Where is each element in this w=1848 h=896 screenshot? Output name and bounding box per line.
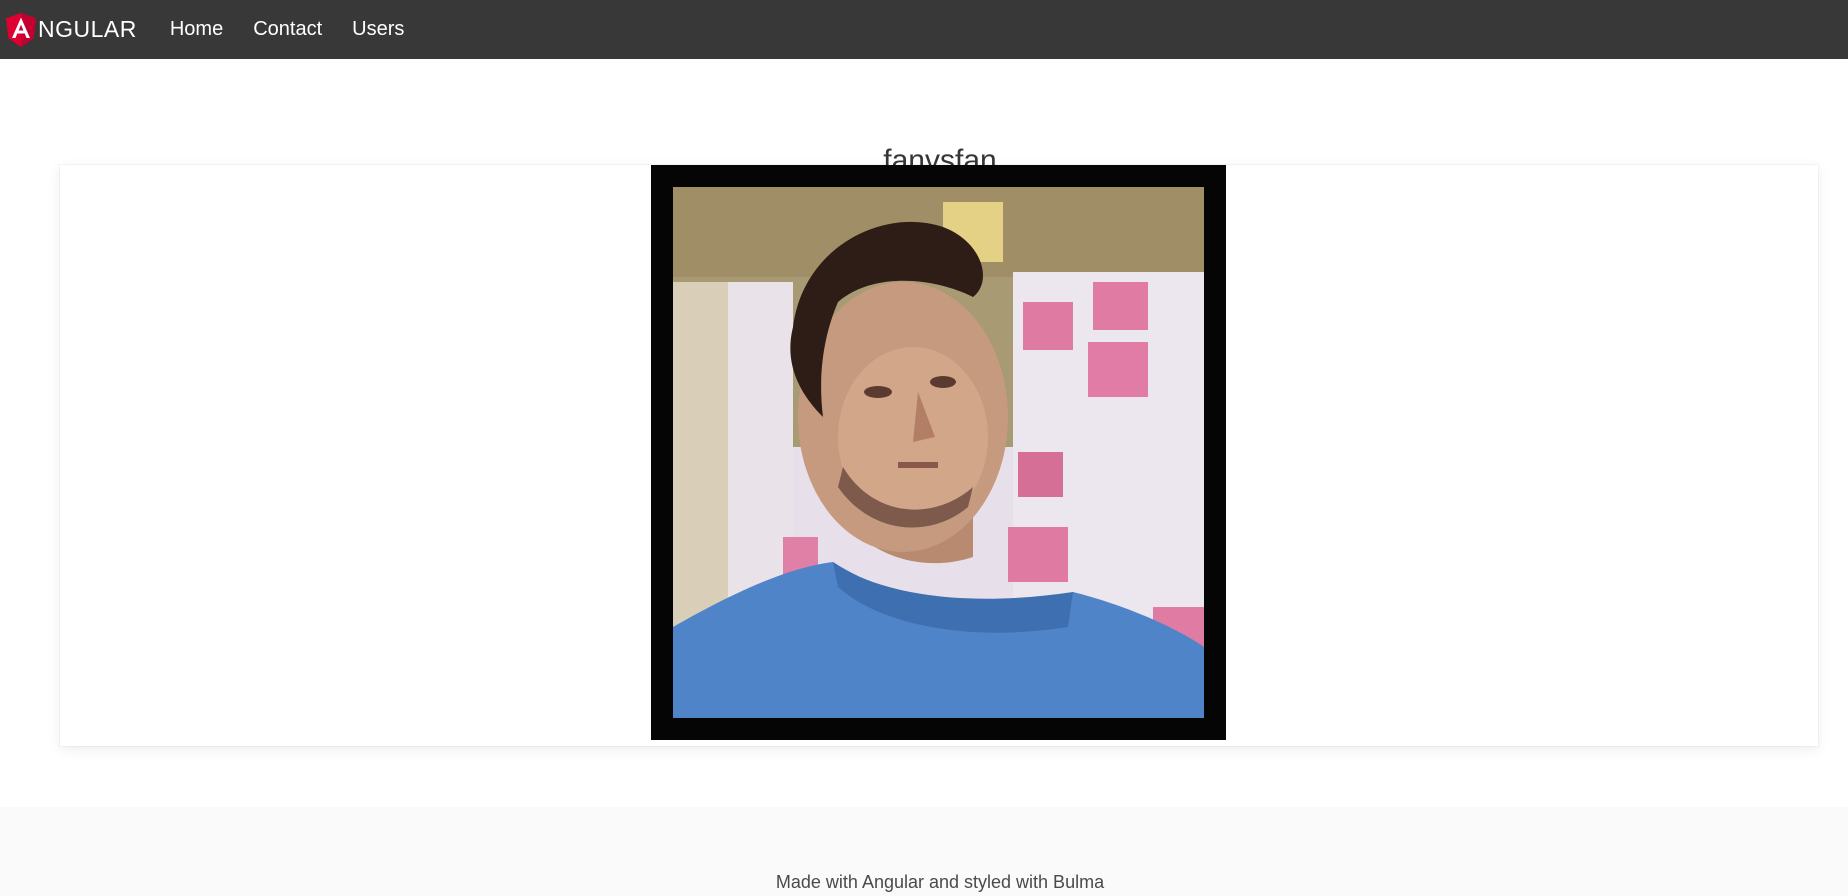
user-avatar-image: [673, 187, 1204, 718]
brand-logo-link[interactable]: NGULAR: [0, 0, 155, 59]
profile-card: [60, 165, 1818, 746]
brand-text: NGULAR: [38, 16, 137, 42]
nav-item-home[interactable]: Home: [155, 0, 238, 59]
avatar-frame: [651, 165, 1226, 740]
nav-item-users[interactable]: Users: [337, 0, 419, 59]
angular-logo-icon: [6, 12, 36, 47]
page-footer: Made with Angular and styled with Bulma: [0, 807, 1848, 896]
footer-credit-text: Made with Angular and styled with Bulma: [775, 872, 1105, 892]
top-navbar: NGULAR Home Contact Users: [0, 0, 1848, 59]
nav-item-contact[interactable]: Contact: [238, 0, 337, 59]
